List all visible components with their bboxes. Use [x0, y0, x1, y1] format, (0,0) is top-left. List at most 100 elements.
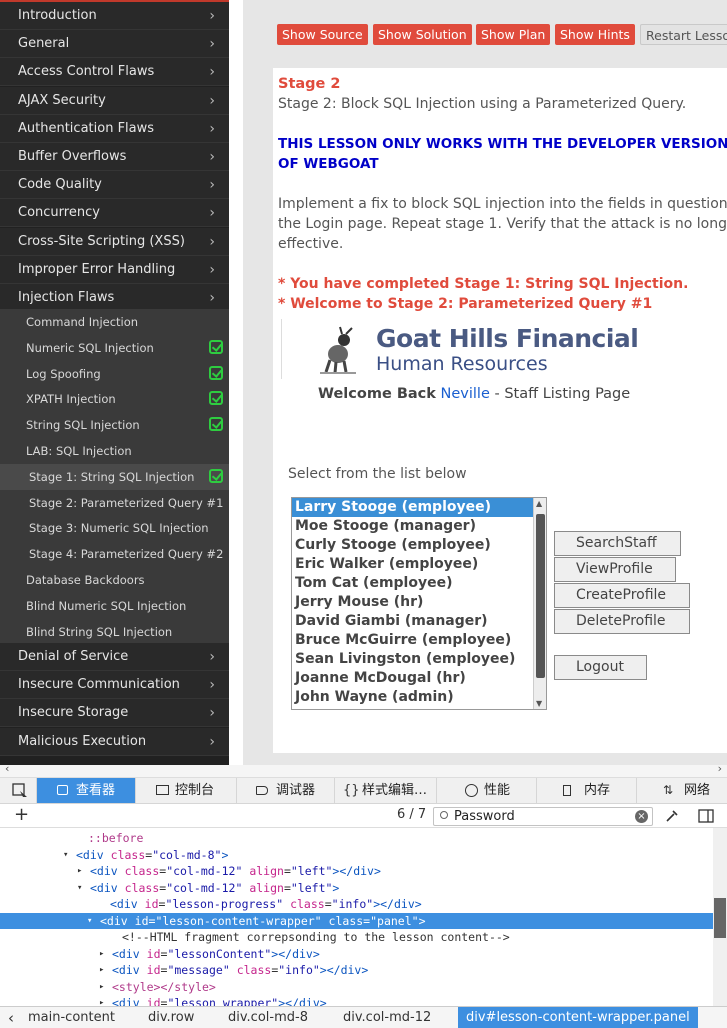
sidebar-subitem-lab-sql-injection[interactable]: LAB: SQL Injection: [0, 438, 229, 464]
sidebar-item-denial-of-service-label: Denial of Service: [18, 649, 129, 664]
breadcrumb-back-icon[interactable]: ‹: [8, 1007, 14, 1028]
sidebar-subitem-xpath-injection[interactable]: XPATH Injection: [0, 386, 229, 413]
tab-inspector[interactable]: 查看器: [37, 778, 136, 803]
expand-right-icon[interactable]: ▸: [99, 979, 104, 996]
sidebar-subitem-blind-numeric-sql-injection[interactable]: Blind Numeric SQL Injection: [0, 592, 229, 619]
sidebar-toggle-icon[interactable]: [698, 809, 714, 823]
expand-right-icon[interactable]: ▸: [99, 946, 104, 963]
staff-option[interactable]: Larry Stooge (employee): [292, 498, 534, 517]
tab-performance[interactable]: 性能: [437, 778, 537, 803]
staff-option[interactable]: Tom Cat (employee): [292, 574, 546, 593]
scroll-down-icon[interactable]: ▼: [536, 699, 542, 708]
element-picker-icon[interactable]: [0, 778, 37, 803]
restart-lesson-button[interactable]: Restart Lesson: [640, 24, 727, 45]
add-node-icon[interactable]: +: [14, 804, 29, 826]
staff-option[interactable]: Jerry Mouse (hr): [292, 593, 546, 612]
tab-style-editor[interactable]: {} 样式编辑…: [335, 778, 437, 803]
expand-down-icon[interactable]: ▾: [63, 847, 68, 864]
sidebar-item-denial-of-service[interactable]: Denial of Service ›: [0, 643, 229, 671]
delete-profile-button[interactable]: DeleteProfile: [554, 609, 690, 634]
expand-down-icon[interactable]: ▾: [77, 880, 82, 897]
expand-right-icon[interactable]: ▸: [77, 863, 82, 880]
markup-node[interactable]: ▾ <div class="col-md-8">: [0, 847, 713, 864]
sidebar-subitem-stage-1-string-sql-injection[interactable]: Stage 1: String SQL Injection: [0, 463, 229, 490]
tab-memory[interactable]: 内存: [537, 778, 637, 803]
markup-scrollbar[interactable]: [713, 828, 727, 1006]
sidebar-subitem-command-injection[interactable]: Command Injection: [0, 309, 229, 335]
sidebar-item-general[interactable]: General ›: [0, 30, 229, 59]
tab-network[interactable]: ⇅ 网络: [637, 778, 727, 803]
sidebar-item-concurrency[interactable]: Concurrency ›: [0, 199, 229, 228]
staff-option[interactable]: David Giambi (manager): [292, 612, 546, 631]
sidebar-item-ajax-security[interactable]: AJAX Security ›: [0, 86, 229, 115]
staff-option[interactable]: John Wayne (admin): [292, 688, 546, 707]
show-solution-button[interactable]: Show Solution: [373, 24, 472, 45]
staff-listbox[interactable]: Larry Stooge (employee) Moe Stooge (manag…: [291, 497, 547, 710]
sidebar-subitem-stage-2-parameterized-query-1[interactable]: Stage 2: Parameterized Query #1: [0, 489, 229, 516]
scroll-right-icon[interactable]: ›: [718, 762, 722, 775]
markup-node[interactable]: ▸ <div id="message" class="info"></div>: [0, 962, 713, 979]
devtools-resize-bar[interactable]: ‹ ›: [0, 762, 727, 778]
sidebar-item-introduction[interactable]: Introduction ›: [0, 2, 229, 30]
staff-option[interactable]: Eric Walker (employee): [292, 555, 546, 574]
sidebar-item-injection-flaws[interactable]: Injection Flaws ›: [0, 284, 229, 312]
sidebar-item-buffer-overflows-label: Buffer Overflows: [18, 149, 127, 164]
logout-button[interactable]: Logout: [554, 655, 647, 680]
tab-console-label: 控制台: [175, 783, 215, 798]
show-plan-button[interactable]: Show Plan: [476, 24, 551, 45]
tab-console[interactable]: 控制台: [136, 778, 237, 803]
expand-down-icon[interactable]: ▾: [87, 913, 92, 930]
chevron-right-icon: ›: [209, 290, 215, 306]
sidebar-subitem-string-sql-injection[interactable]: String SQL Injection: [0, 412, 229, 439]
sidebar-item-insecure-communication[interactable]: Insecure Communication ›: [0, 671, 229, 700]
sidebar-subitem-database-backdoors[interactable]: Database Backdoors: [0, 567, 229, 593]
listbox-scrollbar[interactable]: ▲ ▼: [533, 498, 546, 709]
markup-node[interactable]: <!--HTML fragment correpsonding to the l…: [0, 929, 713, 946]
sidebar-subitem-blind-string-sql-injection[interactable]: Blind String SQL Injection: [0, 618, 229, 645]
sidebar-item-insecure-storage[interactable]: Insecure Storage ›: [0, 699, 229, 728]
staff-option[interactable]: Bruce McGuirre (employee): [292, 631, 546, 650]
sidebar-subitem-log-spoofing[interactable]: Log Spoofing: [0, 360, 229, 387]
markup-node[interactable]: ▾ <div class="col-md-12" align="left">: [0, 880, 713, 897]
staff-option[interactable]: Moe Stooge (manager): [292, 517, 546, 536]
breadcrumb-item[interactable]: main-content: [28, 1007, 115, 1028]
sidebar-item-buffer-overflows[interactable]: Buffer Overflows ›: [0, 143, 229, 171]
expand-right-icon[interactable]: ▸: [99, 962, 104, 979]
staff-option[interactable]: Sean Livingston (employee): [292, 650, 546, 669]
show-source-button[interactable]: Show Source: [277, 24, 368, 45]
markup-node[interactable]: ▸ <style></style>: [0, 979, 713, 996]
scroll-up-icon[interactable]: ▲: [536, 499, 542, 508]
markup-node[interactable]: ::before: [0, 830, 713, 847]
staff-option[interactable]: Joanne McDougal (hr): [292, 669, 546, 688]
scroll-left-icon[interactable]: ‹: [5, 762, 9, 775]
sidebar-item-malicious-execution[interactable]: Malicious Execution ›: [0, 727, 229, 756]
tab-debugger[interactable]: 调试器: [237, 778, 335, 803]
markup-node[interactable]: ▸ <div class="col-md-12" align="left"></d…: [0, 863, 713, 880]
sidebar-item-access-control-flaws[interactable]: Access Control Flaws ›: [0, 58, 229, 87]
eyedropper-icon[interactable]: [665, 809, 679, 823]
breadcrumb-item[interactable]: div.row: [148, 1007, 194, 1028]
sidebar-subitem-numeric-sql-injection[interactable]: Numeric SQL Injection: [0, 334, 229, 361]
breadcrumb-item[interactable]: div#lesson-content-wrapper.panel: [458, 1007, 698, 1028]
sidebar-item-code-quality[interactable]: Code Quality ›: [0, 171, 229, 200]
sidebar-subitem-stage-3-numeric-sql-injection[interactable]: Stage 3: Numeric SQL Injection: [0, 515, 229, 542]
clear-search-icon[interactable]: ×: [635, 810, 648, 823]
breadcrumb-item[interactable]: div.col-md-12: [343, 1007, 431, 1028]
show-hints-button[interactable]: Show Hints: [555, 24, 635, 45]
sidebar-subitem-stage-4-parameterized-query-2[interactable]: Stage 4: Parameterized Query #2: [0, 541, 229, 568]
sidebar-item-authentication-flaws[interactable]: Authentication Flaws ›: [0, 114, 229, 143]
breadcrumb-item[interactable]: div.col-md-8: [228, 1007, 308, 1028]
search-staff-button[interactable]: SearchStaff: [554, 531, 681, 556]
markup-scroll-thumb[interactable]: [714, 898, 726, 938]
sidebar-item-improper-error-handling[interactable]: Improper Error Handling ›: [0, 255, 229, 284]
markup-node[interactable]: ▸ <div id="lessonContent"></div>: [0, 946, 713, 963]
devtools-search-input[interactable]: Password ×: [433, 807, 653, 826]
markup-node[interactable]: ▾ <div id="lesson-content-wrapper" class=…: [0, 912, 713, 930]
sidebar-item-cross-site-scripting-xss[interactable]: Cross-Site Scripting (XSS) ›: [0, 227, 229, 256]
markup-node[interactable]: <div id="lesson-progress" class="info"><…: [0, 896, 713, 913]
scrollbar-thumb[interactable]: [536, 514, 545, 678]
create-profile-button[interactable]: CreateProfile: [554, 583, 690, 608]
devtools-tabbar: 查看器 控制台 调试器 {} 样式编辑… 性能 内存 ⇅ 网络: [0, 778, 727, 804]
staff-option[interactable]: Curly Stooge (employee): [292, 536, 546, 555]
view-profile-button[interactable]: ViewProfile: [554, 557, 676, 582]
